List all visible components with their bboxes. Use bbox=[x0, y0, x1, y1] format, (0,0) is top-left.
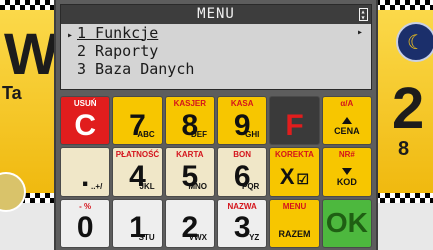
key-sub-label: RAZEM bbox=[278, 229, 311, 240]
submenu-arrow-icon: ▸ bbox=[356, 27, 363, 38]
key-sub-label: STU bbox=[138, 232, 155, 242]
key-sub-label: ..+/ bbox=[90, 181, 103, 191]
key-sub-label: CENA bbox=[334, 126, 360, 137]
key-function[interactable]: F bbox=[269, 96, 320, 146]
key-9[interactable]: KASA 9 GHI bbox=[216, 96, 268, 146]
cash-register-overlay: MENU ▴ ▾ ▸ 1 Funkcje ▸ 2 Raporty 3 Baza Da… bbox=[54, 0, 378, 250]
key-main-label: . bbox=[80, 159, 90, 193]
key-top-label: MENU bbox=[282, 201, 307, 211]
key-main-label: C bbox=[74, 108, 96, 142]
key-top-label: NR# bbox=[338, 150, 355, 160]
key-sub-label: PQR bbox=[241, 181, 260, 191]
key-6[interactable]: BON 6 PQR bbox=[216, 147, 268, 197]
lcd-display: MENU ▴ ▾ ▸ 1 Funkcje ▸ 2 Raporty 3 Baza Da… bbox=[60, 4, 372, 90]
key-clear[interactable]: USUŃ C bbox=[60, 96, 111, 146]
key-top-label: KOREKTA bbox=[275, 150, 314, 160]
keypad: USUŃ C 7 ABC KASJER 8 DEF KASA 9 GHI F α… bbox=[60, 96, 372, 248]
key-3[interactable]: NAZWA 3 YZ bbox=[216, 198, 268, 248]
key-5[interactable]: KARTA 5 MNO bbox=[164, 147, 215, 197]
menu-item-label: 1 Funkcje bbox=[77, 24, 159, 42]
key-8[interactable]: KASJER 8 DEF bbox=[164, 96, 215, 146]
background-right-number: 2 bbox=[392, 76, 425, 141]
key-1[interactable]: 1 STU bbox=[112, 198, 163, 248]
scroll-indicator-icon: ▴ ▾ bbox=[359, 7, 368, 22]
key-correction[interactable]: KOREKTA X ☑ bbox=[269, 147, 320, 197]
key-up-price[interactable]: α/A CENA bbox=[321, 96, 372, 146]
key-top-label: PŁATNOŚĆ bbox=[115, 150, 160, 160]
background-big-letter: W bbox=[4, 22, 59, 87]
menu-item-label: 2 Raporty bbox=[77, 42, 159, 60]
menu-item-label: 3 Baza Danych bbox=[77, 60, 195, 78]
key-dot[interactable]: . ..+/ bbox=[60, 147, 111, 197]
multiply-label: X bbox=[279, 163, 295, 189]
key-sub-label: DEF bbox=[190, 130, 207, 140]
key-main-label: 3 bbox=[233, 211, 251, 245]
key-down-code[interactable]: NR# KOD bbox=[321, 147, 372, 197]
key-top-label: NAZWA bbox=[227, 201, 257, 211]
key-sub-label: GHI bbox=[245, 130, 260, 140]
key-top-label: KASJER bbox=[173, 99, 207, 108]
key-menu-total[interactable]: MENU RAZEM bbox=[269, 198, 320, 248]
key-sub-label: MNO bbox=[188, 181, 207, 191]
key-4[interactable]: PŁATNOŚĆ 4 JKL bbox=[112, 147, 163, 197]
moon-icon: ☾ bbox=[396, 22, 433, 62]
key-2[interactable]: 2 VWX bbox=[164, 198, 215, 248]
menu-item-funkcje[interactable]: ▸ 1 Funkcje ▸ bbox=[61, 24, 371, 42]
key-top-label: KASA bbox=[230, 99, 254, 108]
key-ok[interactable]: OK bbox=[321, 198, 372, 248]
app-screen: W Ta 2 8 ☾ MENU ▴ ▾ ▸ 1 Funkcje ▸ 2 Raport… bbox=[0, 0, 433, 250]
menu-item-baza-danych[interactable]: 3 Baza Danych bbox=[61, 60, 371, 78]
key-top-label: KARTA bbox=[176, 150, 204, 160]
key-main-label: F bbox=[285, 108, 304, 142]
lcd-title-bar: MENU ▴ ▾ bbox=[61, 5, 371, 24]
key-top-label: USUŃ bbox=[73, 99, 97, 108]
key-sub-label: VWX bbox=[188, 232, 207, 242]
key-main-label: OK bbox=[325, 207, 368, 239]
checkbox-icon: ☑ bbox=[296, 170, 310, 187]
key-sub-label: KOD bbox=[336, 177, 357, 188]
key-0[interactable]: - % 0 bbox=[60, 198, 111, 248]
key-top-label: α/A bbox=[340, 99, 354, 108]
key-sub-label: JKL bbox=[139, 181, 155, 191]
key-top-label: - % bbox=[79, 201, 92, 211]
key-sub-label: ABC bbox=[137, 130, 155, 140]
background-right-small: 8 bbox=[398, 138, 410, 160]
key-sub-label: YZ bbox=[249, 232, 260, 242]
menu-item-raporty[interactable]: 2 Raporty bbox=[61, 42, 371, 60]
arrow-down-icon bbox=[341, 168, 352, 176]
key-7[interactable]: 7 ABC bbox=[112, 96, 163, 146]
background-small-text: Ta bbox=[2, 83, 22, 103]
key-main-label: X ☑ bbox=[279, 163, 310, 189]
key-main-label: 0 bbox=[76, 211, 94, 245]
arrow-up-icon bbox=[341, 117, 352, 125]
key-top-label: BON bbox=[233, 150, 252, 160]
lcd-title: MENU bbox=[197, 6, 235, 22]
